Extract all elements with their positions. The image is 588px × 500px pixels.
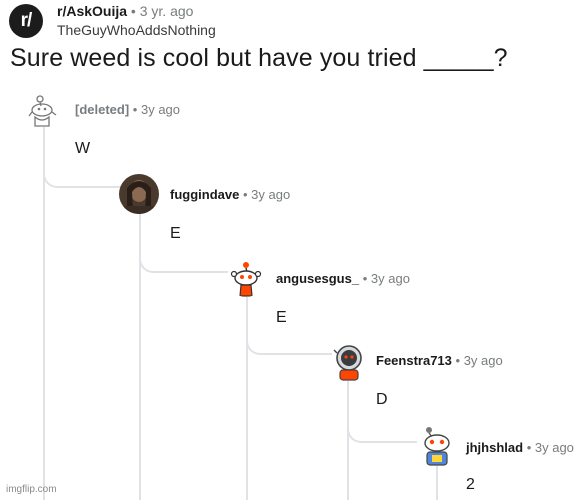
user-avatar[interactable] [332,341,366,381]
separator-dot: • [242,187,248,202]
subreddit-link[interactable]: r/AskOuija [57,3,127,19]
comment-body: W [75,140,91,157]
snoo-avatar-icon [227,259,265,297]
comment-time: 3y ago [140,102,181,117]
comment-author[interactable]: fuggindave [170,187,239,202]
comment-time: 3y ago [463,353,503,368]
thread-hook [246,328,334,355]
comment-meta: Feenstra713 • 3y ago [376,353,503,368]
separator-dot: • [132,102,138,117]
comment-body: 2 [466,476,475,493]
comment-body: D [376,391,388,408]
comment-author[interactable]: jhjhshlad [466,440,523,455]
subreddit-icon[interactable]: r/ [9,4,43,38]
thread-line[interactable] [347,380,349,500]
separator-dot: • [526,440,532,455]
comment-body: E [276,309,287,326]
comment-time: 3y ago [370,271,410,286]
separator-dot: • [130,3,136,19]
separator-dot: • [362,271,368,286]
astronaut-snoo-icon [332,341,366,381]
photo-avatar-icon [119,174,159,214]
user-avatar[interactable] [227,259,265,297]
comment-time: 3y ago [251,187,291,202]
thread-line[interactable] [43,127,45,500]
subreddit-icon-text: r/ [20,10,33,31]
comment-meta: jhjhshlad • 3y ago [466,440,574,455]
comment-author[interactable]: angusesgus_ [276,271,359,286]
robot-snoo-icon [417,424,457,466]
comment-author[interactable]: Feenstra713 [376,353,452,368]
thread-hook [347,412,419,443]
thread-line[interactable] [436,466,438,500]
snoo-outline-icon [28,95,57,127]
comment-meta: angusesgus_ • 3y ago [276,271,410,286]
post-meta: r/AskOuija • 3 yr. ago [57,3,193,19]
post-age: 3 yr. ago [139,3,194,19]
thread-hook [139,246,229,273]
user-avatar[interactable] [417,424,457,466]
user-avatar[interactable] [119,174,159,214]
thread-hook [43,158,121,188]
comment-author: [deleted] [75,102,130,117]
post-author[interactable]: TheGuyWhoAddsNothing [57,22,216,38]
comment-meta: [deleted] • 3y ago [75,102,180,117]
comment-time: 3y ago [534,440,574,455]
comment-body: E [170,225,181,242]
post-title[interactable]: Sure weed is cool but have you tried ___… [10,44,508,73]
comment-meta: fuggindave • 3y ago [170,187,290,202]
separator-dot: • [455,353,461,368]
watermark: imgflip.com [6,484,57,495]
deleted-user-avatar [27,93,59,127]
